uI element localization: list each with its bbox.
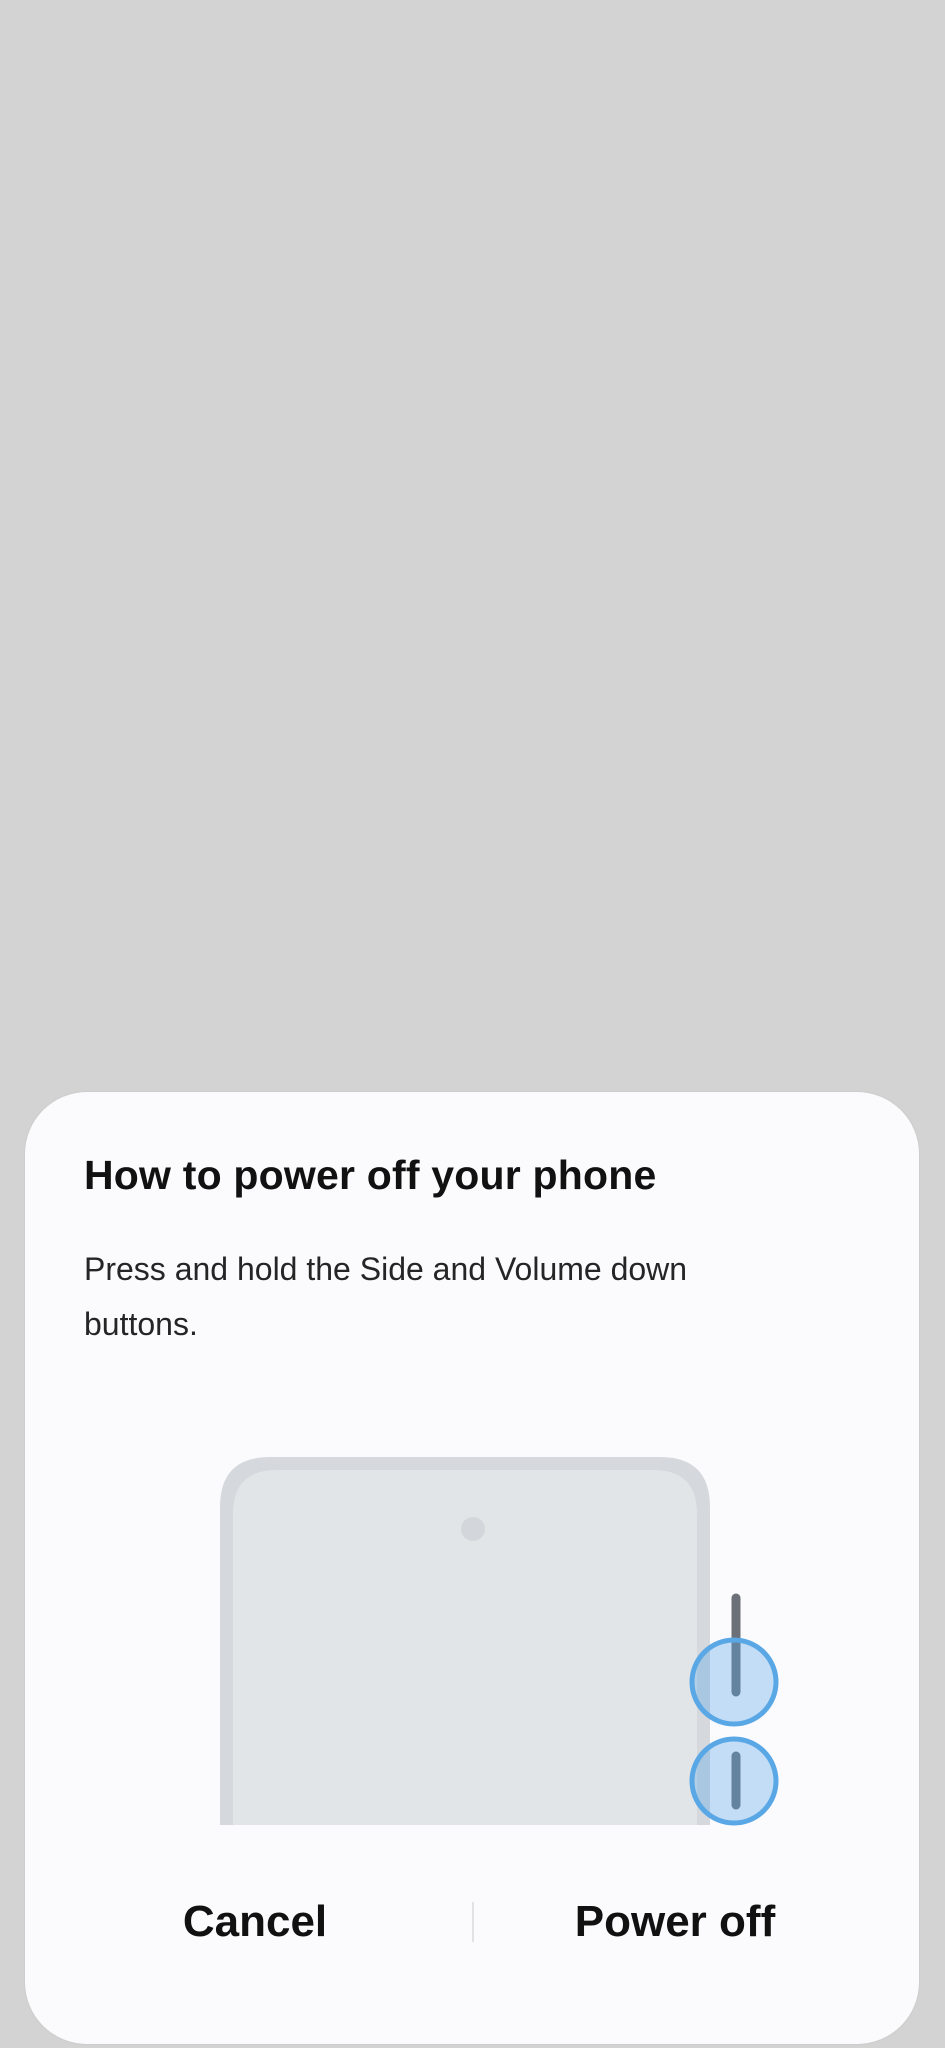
cancel-button[interactable]: Cancel bbox=[85, 1877, 425, 1967]
phone-frame bbox=[220, 1457, 710, 1825]
dialog-title: How to power off your phone bbox=[84, 1152, 657, 1198]
button-divider bbox=[472, 1902, 474, 1942]
dialog-buttons: Cancel Power off bbox=[25, 1877, 919, 1967]
power-off-button[interactable]: Power off bbox=[495, 1877, 855, 1967]
dialog-message: Press and hold the Side and Volume down … bbox=[84, 1251, 688, 1342]
power-off-dialog: How to power off your phone Press and ho… bbox=[25, 1092, 919, 2044]
volume-key-press-highlight bbox=[689, 1736, 779, 1826]
side-key-press-highlight bbox=[689, 1637, 779, 1727]
phone-screen bbox=[233, 1470, 697, 1825]
camera-dot bbox=[461, 1517, 485, 1541]
